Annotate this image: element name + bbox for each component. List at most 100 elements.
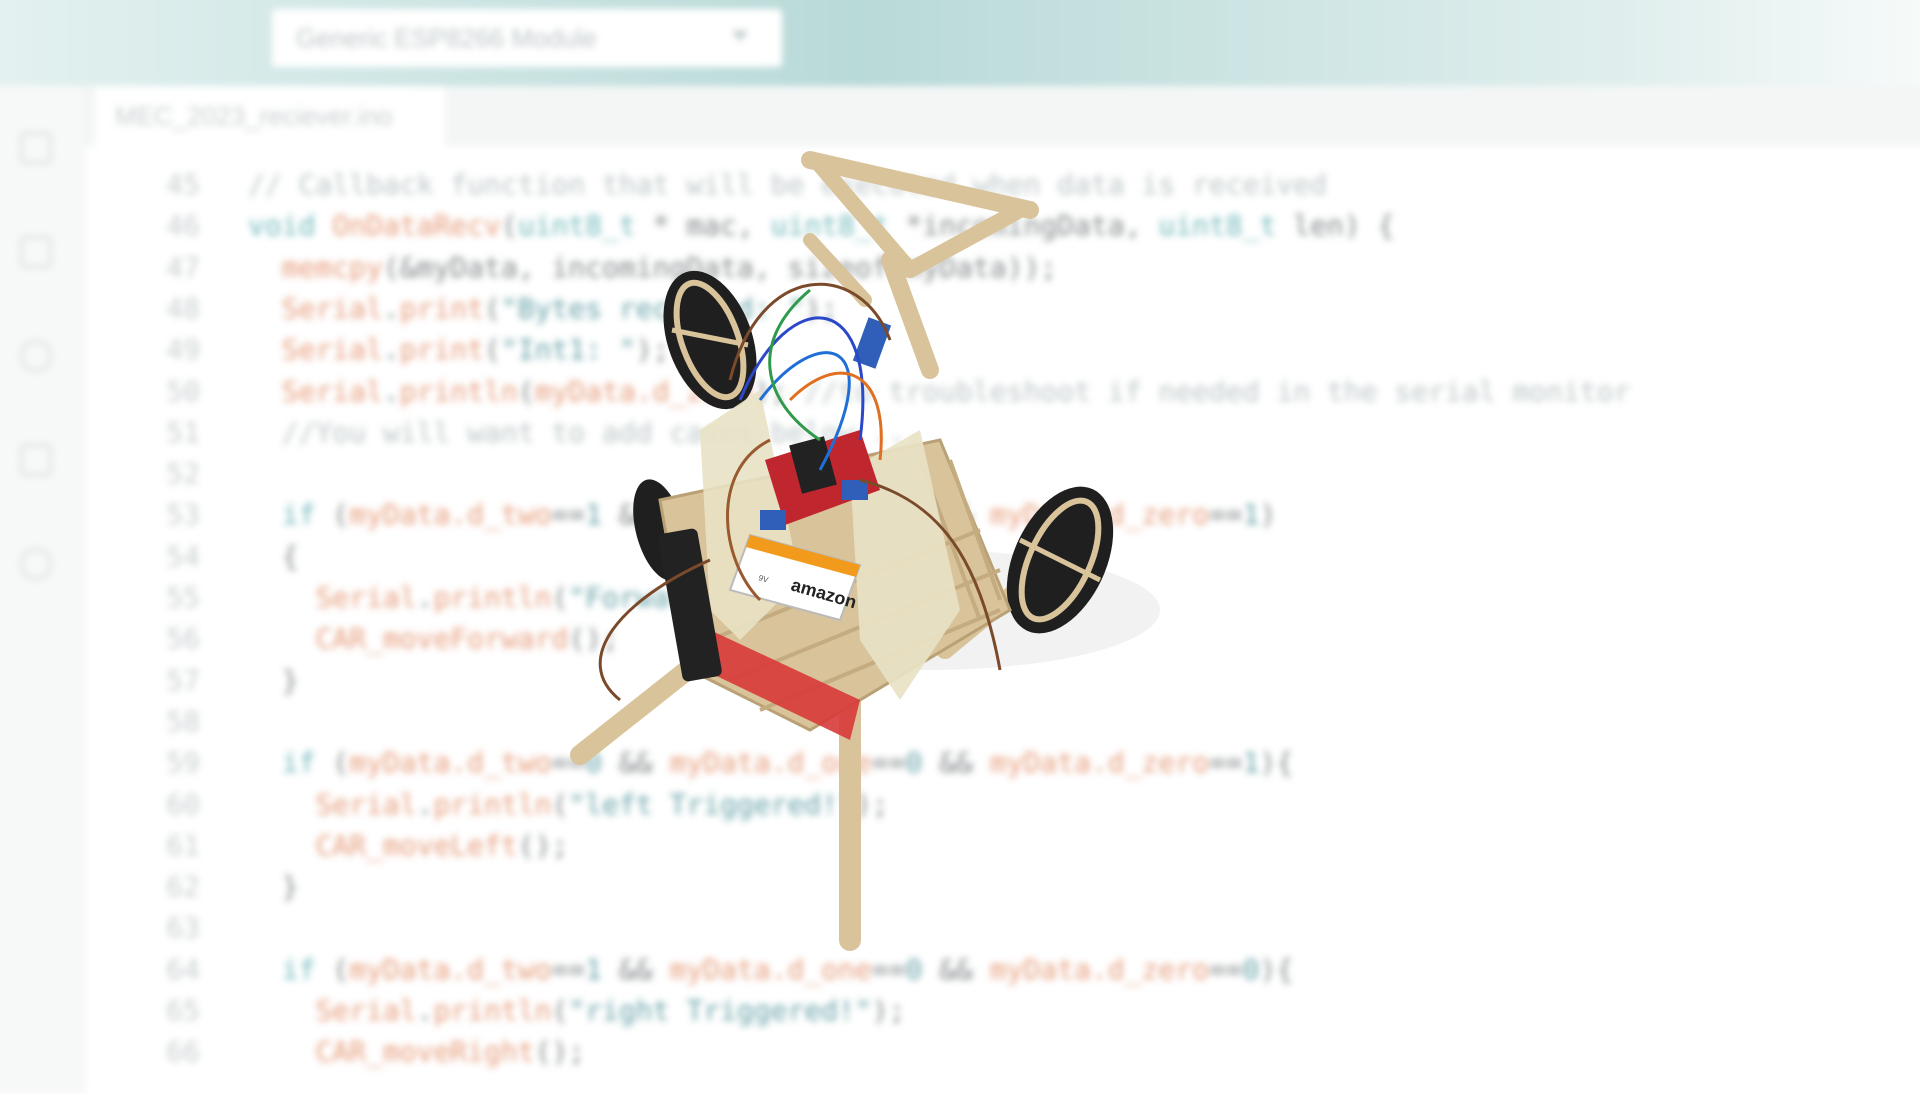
code-token: if [281, 746, 316, 780]
robot-car-photo: amazon ALKALINE 9V [570, 151, 1160, 951]
line-number: 64 [166, 952, 200, 986]
line-number: 48 [166, 291, 200, 325]
code-token: ( [500, 209, 518, 243]
line-number: 46 [166, 209, 200, 243]
code-token: OnDataRecv [332, 209, 501, 243]
line-number: 47 [166, 250, 200, 284]
code-token: Serial [315, 581, 417, 614]
code-token: (); [534, 1035, 586, 1069]
code-token: Serial [281, 291, 383, 325]
code-token: ( [315, 952, 350, 986]
code-token: println [433, 994, 552, 1027]
code-line[interactable]: 65 Serial.println("right Triggered!"); [85, 990, 1920, 1032]
board-manager-icon[interactable] [20, 236, 52, 268]
code-token: Serial [315, 787, 417, 821]
code-token: CAR_moveRight [315, 1035, 535, 1069]
code-token: "right Triggered!" [568, 994, 872, 1027]
code-token: void [248, 209, 333, 243]
code-token: } [248, 663, 299, 697]
line-number: 65 [166, 994, 200, 1027]
code-line[interactable]: 66 CAR_moveRight(); [85, 1031, 1920, 1073]
line-number: 58 [166, 704, 200, 738]
code-token: . [382, 374, 400, 408]
line-number: 50 [166, 374, 200, 408]
code-token: println [433, 581, 552, 614]
line-number: 51 [166, 415, 200, 449]
code-token: Serial [281, 374, 383, 408]
code-token: myData.d_two [349, 952, 552, 986]
code-token: ( [484, 291, 501, 325]
code-token: ( [551, 994, 569, 1027]
line-number: 57 [166, 663, 200, 697]
code-token: myData.d_two [349, 498, 552, 532]
folder-icon[interactable] [20, 132, 52, 164]
line-number: 62 [166, 870, 200, 904]
line-number: 59 [166, 746, 200, 780]
code-token: . [416, 581, 434, 614]
code-token: CAR_moveLeft [315, 828, 518, 862]
code-token: ); [871, 994, 906, 1027]
code-token: println [399, 374, 518, 408]
line-number: 61 [166, 828, 200, 862]
code-token: ( [315, 746, 350, 780]
code-token: Serial [315, 994, 417, 1027]
code-token: len) { [1276, 209, 1395, 243]
code-token: myData.d_two [349, 746, 552, 780]
code-token: Serial [281, 333, 383, 367]
debug-icon[interactable] [20, 444, 52, 476]
code-text: } [248, 660, 299, 702]
code-token: . [416, 994, 434, 1027]
code-token: if [281, 952, 316, 986]
line-number: 49 [166, 333, 200, 367]
code-token: ( [517, 374, 535, 408]
tab-bar: MEC_2023_reciever.ino [85, 86, 1920, 147]
top-toolbar: Generic ESP8266 Module [0, 0, 1920, 86]
line-number: 55 [166, 581, 200, 614]
code-token: . [416, 787, 434, 821]
line-number: 56 [166, 622, 200, 656]
code-token: { [248, 539, 299, 573]
library-manager-icon[interactable] [20, 340, 52, 372]
code-token: . [382, 333, 400, 367]
chevron-down-icon[interactable] [732, 31, 748, 41]
code-token: ( [484, 333, 501, 367]
code-text: CAR_moveRight(); [248, 1031, 585, 1073]
board-selector-dropdown[interactable]: Generic ESP8266 Module [272, 9, 782, 67]
code-token: if [281, 498, 316, 532]
code-text: CAR_moveLeft(); [248, 825, 568, 867]
line-number: 45 [166, 168, 200, 201]
code-token: println [433, 787, 552, 821]
code-token: } [248, 870, 299, 904]
tab-label: MEC_2023_reciever.ino [115, 100, 393, 131]
code-token: memcpy [281, 250, 383, 284]
code-token: . [382, 291, 400, 325]
code-token: print [399, 291, 485, 325]
code-text: Serial.println("right Triggered!"); [248, 990, 905, 1032]
line-number: 66 [166, 1035, 200, 1069]
code-text: } [248, 866, 299, 908]
line-number: 63 [166, 911, 200, 945]
code-token: ( [315, 498, 350, 532]
line-number: 54 [166, 539, 200, 573]
code-text: { [248, 536, 299, 578]
popsicle-stick-mast [801, 151, 1039, 379]
sidebar [0, 86, 85, 1094]
search-icon[interactable] [20, 548, 52, 580]
line-number: 60 [166, 787, 200, 821]
tab-sketch-file[interactable]: MEC_2023_reciever.ino [95, 86, 445, 146]
board-selector-label: Generic ESP8266 Module [296, 22, 597, 53]
